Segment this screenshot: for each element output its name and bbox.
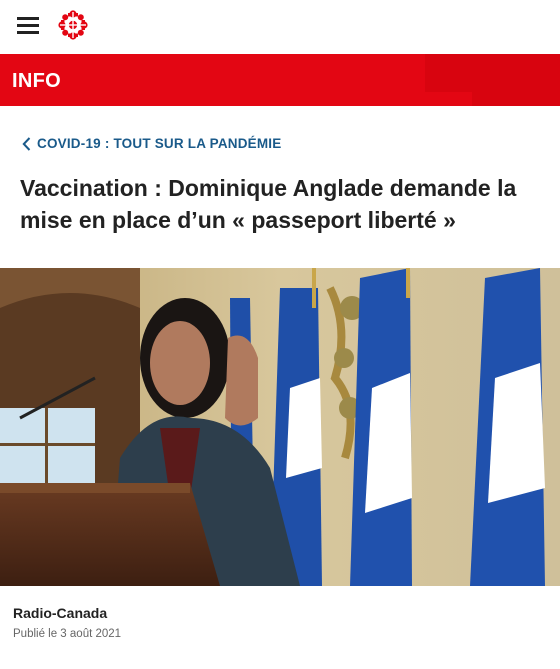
publication-date: Publié le 3 août 2021: [13, 628, 122, 640]
section-banner: INFO: [0, 54, 560, 106]
top-bar: [0, 0, 560, 54]
hamburger-menu-icon[interactable]: [17, 17, 39, 35]
article-title: Vaccination : Dominique Anglade demande …: [20, 175, 517, 233]
section-label[interactable]: INFO: [12, 70, 61, 93]
article-photo: [0, 268, 560, 586]
article-source: Radio-Canada: [13, 605, 108, 621]
radio-canada-logo-icon[interactable]: [58, 10, 88, 40]
chevron-left-icon: [22, 136, 31, 151]
banner-shade-notch: [422, 92, 472, 106]
breadcrumb[interactable]: COVID-19 : TOUT SUR LA PANDÉMIE: [22, 136, 281, 151]
breadcrumb-label: COVID-19 : TOUT SUR LA PANDÉMIE: [37, 136, 282, 151]
